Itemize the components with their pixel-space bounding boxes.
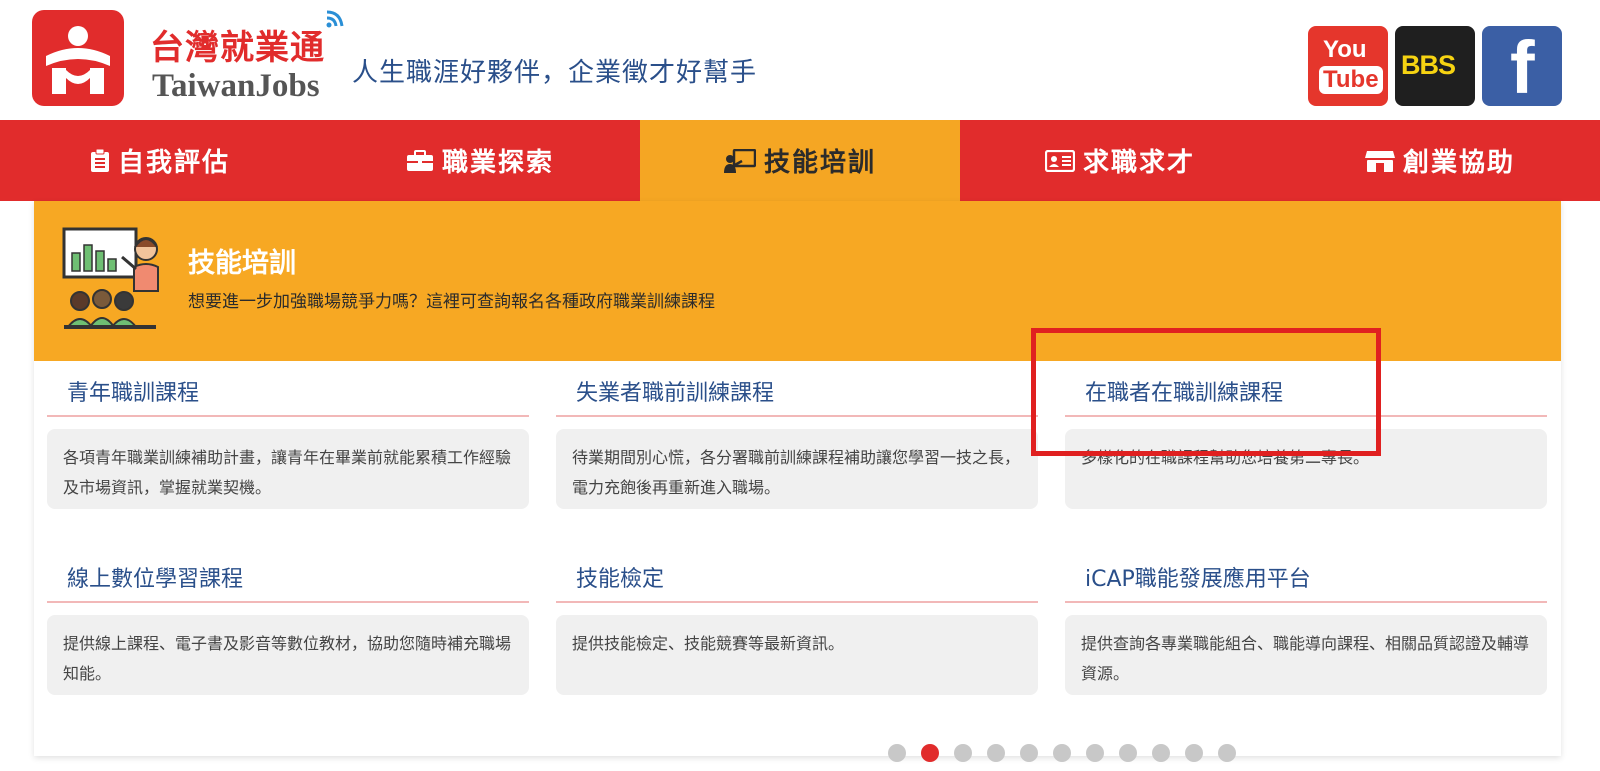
carousel-dot[interactable]	[1152, 744, 1170, 762]
card-title-link[interactable]: 技能檢定	[556, 557, 1038, 603]
card-title-link[interactable]: iCAP職能發展應用平台	[1065, 557, 1547, 603]
nav-item-career-exploration[interactable]: 職業探索	[320, 120, 640, 201]
card-online-learning[interactable]: 線上數位學習課程 提供線上課程、電子書及影音等數位教材，協助您隨時補充職場知能。	[47, 557, 529, 695]
carousel-dot[interactable]	[1218, 744, 1236, 762]
card-title-link[interactable]: 青年職訓課程	[47, 371, 529, 417]
carousel-dot[interactable]	[1020, 744, 1038, 762]
nav-item-skill-training[interactable]: 技能培訓	[640, 120, 960, 201]
card-unemployed-pre-training[interactable]: 失業者職前訓練課程 待業期間別心慌，各分署職前訓練課程補助讓您學習一技之長，電力…	[556, 371, 1038, 509]
facebook-icon[interactable]: f	[1482, 26, 1562, 106]
nav-label: 職業探索	[441, 148, 554, 178]
card-skill-certification[interactable]: 技能檢定 提供技能檢定、技能競賽等最新資訊。	[556, 557, 1038, 695]
briefcase-icon	[406, 149, 433, 171]
card-description: 提供查詢各專業職能組合、職能導向課程、相關品質認證及輔導資源。	[1065, 615, 1547, 695]
bbs-icon[interactable]: BBS	[1395, 26, 1475, 106]
card-title-link[interactable]: 失業者職前訓練課程	[556, 371, 1038, 417]
card-description: 各項青年職業訓練補助計畫，讓青年在畢業前就能累積工作經驗及市場資訊，掌握就業契機…	[47, 429, 529, 509]
site-header: 台灣就業通 TaiwanJobs 人生職涯好夥伴，企業徵才好幫手 You Tub…	[0, 0, 1600, 120]
nav-label: 技能培訓	[763, 148, 876, 178]
nav-label: 自我評估	[117, 148, 230, 178]
skill-training-dropdown: 技能培訓 想要進一步加強職場競爭力嗎？這裡可查詢報名各種政府職業訓練課程 青年職…	[34, 201, 1561, 756]
card-description: 提供線上課程、電子書及影音等數位教材，協助您隨時補充職場知能。	[47, 615, 529, 695]
facebook-f-text: f	[1510, 26, 1535, 109]
section-title: 技能培訓	[188, 248, 296, 279]
training-illustration-icon	[62, 227, 159, 329]
card-title-link[interactable]: 線上數位學習課程	[47, 557, 529, 603]
store-icon	[1364, 150, 1395, 172]
nav-label: 求職求才	[1082, 148, 1195, 178]
clipboard-icon	[90, 148, 109, 172]
carousel-dot[interactable]	[1185, 744, 1203, 762]
logo-chinese-text[interactable]: 台灣就業通	[150, 20, 325, 69]
carousel-dot[interactable]	[1119, 744, 1137, 762]
carousel-dots	[888, 744, 1251, 762]
bbs-text: BBS	[1401, 50, 1456, 80]
carousel-dot[interactable]	[1086, 744, 1104, 762]
card-youth-training[interactable]: 青年職訓課程 各項青年職業訓練補助計畫，讓青年在畢業前就能累積工作經驗及市場資訊…	[47, 371, 529, 509]
carousel-dot-active[interactable]	[921, 744, 939, 762]
youtube-tube-text: Tube	[1319, 66, 1383, 94]
nav-item-startup-assistance[interactable]: 創業協助	[1280, 120, 1600, 201]
nav-item-self-assessment[interactable]: 自我評估	[0, 120, 320, 201]
logo-english-text[interactable]: TaiwanJobs	[152, 68, 320, 105]
youtube-icon[interactable]: You Tube	[1308, 26, 1388, 106]
nav-label: 創業協助	[1402, 148, 1515, 178]
card-description: 待業期間別心慌，各分署職前訓練課程補助讓您學習一技之長，電力充飽後再重新進入職場…	[556, 429, 1038, 509]
section-description: 想要進一步加強職場競爭力嗎？這裡可查詢報名各種政府職業訓練課程	[188, 292, 715, 312]
id-card-icon	[1044, 149, 1075, 172]
carousel-dot[interactable]	[888, 744, 906, 762]
site-slogan: 人生職涯好夥伴，企業徵才好幫手	[352, 58, 758, 88]
signal-icon	[326, 10, 344, 28]
nav-item-job-search[interactable]: 求職求才	[960, 120, 1280, 201]
card-description: 提供技能檢定、技能競賽等最新資訊。	[556, 615, 1038, 695]
presentation-icon	[723, 148, 756, 173]
carousel-dot[interactable]	[987, 744, 1005, 762]
youtube-you-text: You	[1323, 36, 1367, 63]
highlight-box	[1031, 328, 1381, 456]
carousel-dot[interactable]	[1053, 744, 1071, 762]
main-nav: 自我評估 職業探索 技能培訓 求職求才 創業協助	[0, 120, 1600, 201]
card-icap-platform[interactable]: iCAP職能發展應用平台 提供查詢各專業職能組合、職能導向課程、相關品質認證及輔…	[1065, 557, 1547, 695]
carousel-dot[interactable]	[954, 744, 972, 762]
taiwanjobs-logo-icon[interactable]	[32, 10, 124, 106]
